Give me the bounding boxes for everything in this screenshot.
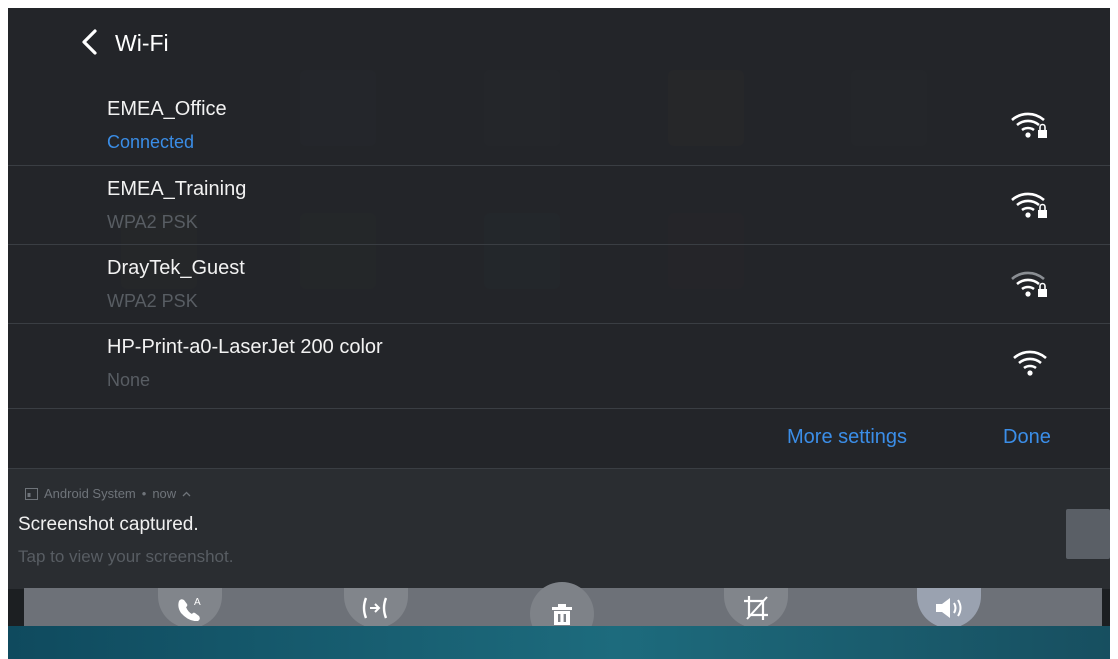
network-security: None xyxy=(107,370,151,390)
wifi-panel: Wi-Fi EMEA_Office Connected EMEA_Trainin… xyxy=(8,8,1110,468)
screenshot-thumbnail[interactable] xyxy=(1066,509,1110,559)
notification-title: Screenshot captured. xyxy=(18,514,199,535)
network-item-emea-office[interactable]: EMEA_Office Connected xyxy=(8,86,1110,165)
separator-dot: • xyxy=(141,486,147,501)
transfer-button[interactable] xyxy=(344,588,408,628)
page-title: Wi-Fi xyxy=(115,30,169,56)
svg-text:A: A xyxy=(194,597,201,608)
transfer-icon xyxy=(362,597,388,619)
screenshot-app-icon xyxy=(25,487,38,500)
notification-header: Android System • now xyxy=(25,486,191,501)
volume-icon xyxy=(936,598,962,618)
network-name: EMEA_Training xyxy=(107,178,247,200)
wifi-secured-icon xyxy=(1011,192,1047,218)
notification-time: now xyxy=(152,486,177,501)
notification-app-name: Android System xyxy=(44,486,136,501)
network-item-hp-print[interactable]: HP-Print-a0-LaserJet 200 color None xyxy=(8,323,1110,403)
wifi-secured-icon xyxy=(1011,112,1047,138)
notification-text: Tap to view your screenshot. xyxy=(18,547,234,566)
network-name: DrayTek_Guest xyxy=(107,257,245,279)
network-name: HP-Print-a0-LaserJet 200 color xyxy=(107,336,383,358)
device-screen: Wi-Fi EMEA_Office Connected EMEA_Trainin… xyxy=(8,8,1110,659)
delete-icon xyxy=(552,604,572,625)
wifi-open-icon xyxy=(1013,350,1047,376)
chevron-up-icon[interactable] xyxy=(182,491,191,497)
wifi-secured-icon xyxy=(1011,271,1047,297)
chevron-left-icon[interactable] xyxy=(78,28,100,56)
network-item-emea-training[interactable]: EMEA_Training WPA2 PSK xyxy=(8,165,1110,245)
crop-icon xyxy=(744,596,768,620)
network-item-draytek-guest[interactable]: DrayTek_Guest WPA2 PSK xyxy=(8,244,1110,324)
network-security: WPA2 PSK xyxy=(107,212,198,232)
panel-actions: More settings Done xyxy=(8,408,1110,469)
bottom-status-strip xyxy=(8,626,1110,659)
auto-answer-button[interactable]: A xyxy=(158,588,222,628)
done-button[interactable]: Done xyxy=(1003,426,1051,449)
auto-answer-icon: A xyxy=(178,597,201,621)
volume-button[interactable] xyxy=(917,588,981,628)
call-control-bar: A xyxy=(24,582,1102,646)
panel-header: Wi-Fi xyxy=(8,8,1110,76)
screenshot-notification[interactable]: Android System • now Screenshot captured… xyxy=(8,468,1110,589)
crop-button[interactable] xyxy=(724,588,788,628)
network-status: Connected xyxy=(107,132,195,152)
network-name: EMEA_Office xyxy=(107,98,227,120)
network-security: WPA2 PSK xyxy=(107,291,198,311)
more-settings-button[interactable]: More settings xyxy=(787,426,907,449)
